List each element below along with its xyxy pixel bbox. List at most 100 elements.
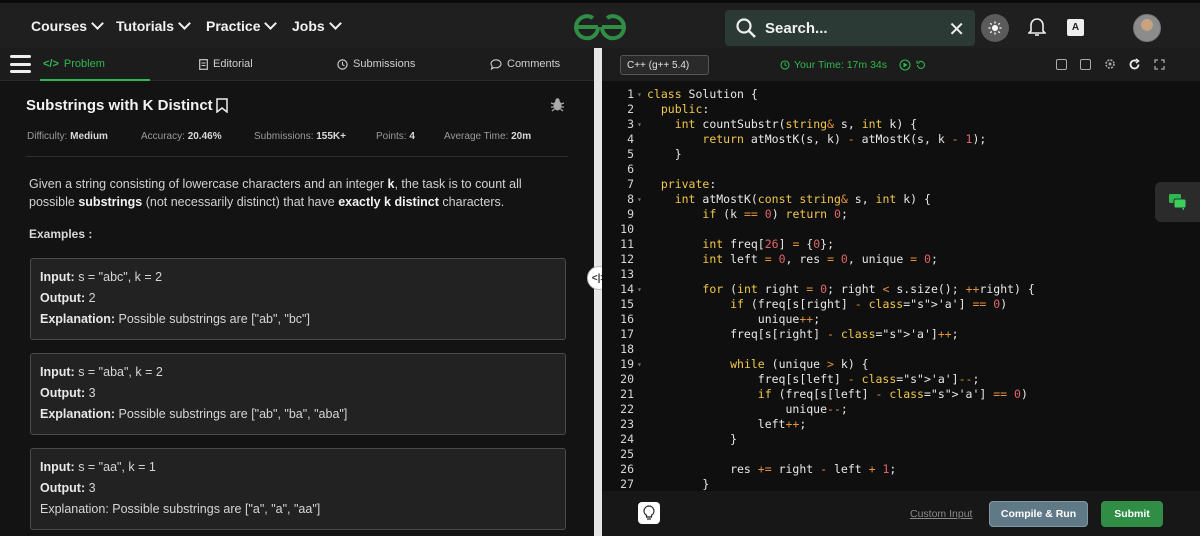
- example-explanation: Explanation: Possible substrings are ["a…: [40, 499, 556, 520]
- tab-problem[interactable]: </> Problem: [43, 58, 105, 70]
- code-line[interactable]: 26 res += right - left + 1;: [602, 462, 1200, 477]
- code-line[interactable]: 23 left++;: [602, 417, 1200, 432]
- input-value: s = "abc", k = 2: [74, 270, 163, 284]
- nav-practice[interactable]: Practice: [206, 17, 278, 34]
- settings-icon[interactable]: [1104, 58, 1116, 70]
- code-line[interactable]: 16 unique++;: [602, 312, 1200, 327]
- submit-button[interactable]: Submit: [1101, 501, 1163, 527]
- theme-toggle-button[interactable]: [981, 14, 1009, 42]
- tab-comments[interactable]: Comments: [490, 58, 560, 70]
- compile-run-button[interactable]: Compile & Run: [989, 501, 1088, 527]
- avatar[interactable]: [1133, 14, 1161, 42]
- example-output: Output: 3: [40, 478, 556, 499]
- chat-button[interactable]: [1155, 182, 1200, 222]
- line-number: 18: [620, 342, 634, 356]
- line-number: 3: [627, 117, 634, 131]
- code-line[interactable]: 3 ▾ int countSubstr(string& s, int k) {: [602, 117, 1200, 132]
- refresh-icon[interactable]: [1128, 58, 1141, 71]
- line-number: 8: [627, 192, 634, 206]
- active-tab-indicator: [40, 79, 150, 81]
- fold-arrow-icon[interactable]: ▾: [637, 117, 642, 132]
- top-navbar: Courses Tutorials Practice Jobs Search..…: [0, 0, 1200, 48]
- reset-timer-icon[interactable]: [915, 59, 927, 71]
- bookmark-icon[interactable]: [215, 98, 228, 113]
- translate-icon[interactable]: A: [1067, 19, 1084, 36]
- code-line[interactable]: 27 }: [602, 477, 1200, 491]
- example-explanation: Explanation: Possible substrings are ["a…: [40, 309, 556, 330]
- line-number: 23: [620, 417, 634, 431]
- code-text: }: [647, 147, 682, 161]
- code-icon: </>: [43, 58, 59, 70]
- line-number: 15: [620, 297, 634, 311]
- page-title: Substrings with K Distinct: [26, 97, 228, 114]
- fold-arrow-icon[interactable]: ▾: [637, 357, 642, 372]
- code-line[interactable]: 20 freq[s[left] - class="s">'a']--;: [602, 372, 1200, 387]
- accuracy-value: 20.46%: [187, 131, 222, 142]
- play-icon[interactable]: [899, 59, 911, 71]
- code-line[interactable]: 5 }: [602, 147, 1200, 162]
- code-line[interactable]: 24 }: [602, 432, 1200, 447]
- avg-time-meta: Average Time: 20m: [444, 131, 531, 142]
- code-editor-panel: C++ (g++ 5.4) Your Time: 17m 34s 1 ▾ class…: [602, 48, 1200, 536]
- fold-arrow-icon[interactable]: ▾: [637, 282, 642, 297]
- code-line[interactable]: 10: [602, 222, 1200, 237]
- close-icon[interactable]: ✕: [948, 17, 965, 42]
- explanation-value: Possible substrings are ["ab", "bc"]: [115, 312, 310, 326]
- chevron-down-icon: [91, 17, 104, 30]
- line-number: 27: [620, 477, 634, 491]
- gfg-logo-icon[interactable]: [572, 12, 628, 42]
- chevron-down-icon: [328, 17, 342, 30]
- code-line[interactable]: 9 if (k == 0) return 0;: [602, 207, 1200, 222]
- fold-arrow-icon[interactable]: ▾: [637, 87, 642, 102]
- fold-arrow-icon[interactable]: ▾: [637, 192, 642, 207]
- bell-icon[interactable]: [1028, 16, 1046, 37]
- code-line[interactable]: 7 private:: [602, 177, 1200, 192]
- menu-icon[interactable]: [10, 55, 31, 73]
- code-text: int left = 0, res = 0, unique = 0;: [702, 252, 938, 266]
- lightbulb-icon: [643, 505, 655, 520]
- language-select[interactable]: C++ (g++ 5.4): [620, 55, 709, 75]
- panel-splitter[interactable]: [594, 48, 602, 536]
- code-line[interactable]: 15 if (freq[s[right] - class="s">'a'] ==…: [602, 297, 1200, 312]
- language-label: C++ (g++ 5.4): [627, 60, 690, 71]
- tab-submissions[interactable]: Submissions: [337, 58, 415, 70]
- code-line[interactable]: 1 ▾ class Solution {: [602, 87, 1200, 102]
- code-line[interactable]: 25: [602, 447, 1200, 462]
- code-line[interactable]: 8 ▾ int atMostK(const string& s, int k) {: [602, 192, 1200, 207]
- examples-heading: Examples :: [29, 227, 93, 241]
- code-line[interactable]: 6: [602, 162, 1200, 177]
- output-label: Output:: [40, 386, 86, 400]
- nav-courses[interactable]: Courses: [31, 17, 104, 34]
- problem-description: Given a string consisting of lowercase c…: [29, 175, 564, 211]
- tab-editorial-label: Editorial: [213, 58, 253, 70]
- code-line[interactable]: 22 unique--;: [602, 402, 1200, 417]
- code-line[interactable]: 18: [602, 342, 1200, 357]
- code-line[interactable]: 17 freq[s[right] - class="s">'a']++;: [602, 327, 1200, 342]
- custom-input-link[interactable]: Custom Input: [910, 508, 972, 520]
- code-line[interactable]: 11 int freq[26] = {0};: [602, 237, 1200, 252]
- nav-tutorials[interactable]: Tutorials: [116, 17, 191, 34]
- code-editor[interactable]: 1 ▾ class Solution {2 public: 3 ▾ int countS…: [602, 81, 1200, 491]
- tab-editorial[interactable]: Editorial: [199, 58, 253, 70]
- copy-icon[interactable]: [1056, 59, 1067, 70]
- code-text: freq[s[left] - class="s">'a']--;: [647, 372, 980, 386]
- code-line[interactable]: 12 int left = 0, res = 0, unique = 0;: [602, 252, 1200, 267]
- code-line[interactable]: 21 if (freq[s[left] - class="s">'a'] == …: [602, 387, 1200, 402]
- hint-button[interactable]: [638, 502, 660, 524]
- line-number: 22: [620, 402, 634, 416]
- fullscreen-icon[interactable]: [1154, 59, 1165, 70]
- bug-report-icon[interactable]: [550, 97, 565, 112]
- code-line[interactable]: 4 return atMostK(s, k) - atMostK(s, k - …: [602, 132, 1200, 147]
- line-number: 10: [620, 222, 634, 236]
- code-line[interactable]: 13: [602, 267, 1200, 282]
- output-label: Output:: [40, 291, 86, 305]
- search-bar[interactable]: Search... ✕: [725, 10, 975, 46]
- code-line[interactable]: 14 ▾ for (int right = 0; right < s.size()…: [602, 282, 1200, 297]
- code-line[interactable]: 19 ▾ while (unique > k) {: [602, 357, 1200, 372]
- code-text: return atMostK(s, k) - atMostK(s, k - 1)…: [702, 132, 987, 146]
- clock-icon: [780, 60, 790, 70]
- nav-jobs[interactable]: Jobs: [292, 17, 342, 34]
- code-line[interactable]: 2 public:: [602, 102, 1200, 117]
- export-icon[interactable]: [1080, 59, 1091, 70]
- nav-practice-label: Practice: [206, 18, 261, 34]
